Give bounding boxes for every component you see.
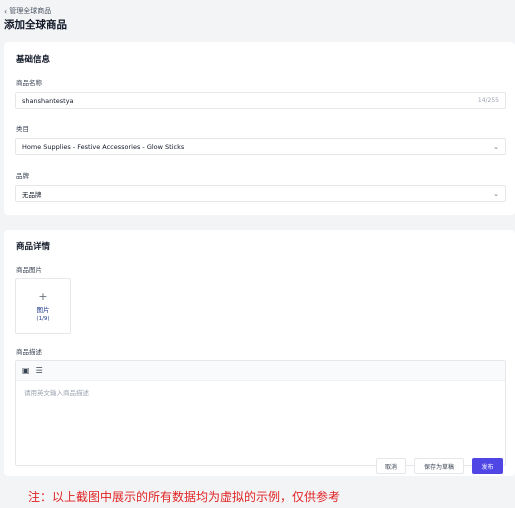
- plus-icon: +: [38, 289, 48, 303]
- publish-button[interactable]: 发布: [472, 458, 503, 474]
- editor-toolbar: ▣ ☰: [16, 361, 505, 381]
- image-upload-button[interactable]: + 图片 (1/9): [15, 278, 71, 334]
- breadcrumb-link[interactable]: 管理全球商品: [9, 6, 51, 16]
- brand-value: 无品牌: [22, 190, 42, 199]
- chevron-down-icon: ⌄: [493, 189, 499, 198]
- list-icon[interactable]: ☰: [36, 366, 43, 375]
- upload-count: (1/9): [36, 315, 50, 322]
- brand-select[interactable]: 无品牌 ⌄: [15, 185, 506, 202]
- chevron-left-icon: ‹: [4, 6, 8, 16]
- category-value: Home Supplies - Festive Accessories - Gl…: [22, 142, 185, 151]
- save-draft-button[interactable]: 保存为草稿: [414, 458, 464, 474]
- disclaimer-note: 注：以上截图中展示的所有数据均为虚拟的示例，仅供参考: [28, 490, 341, 504]
- description-editor[interactable]: ▣ ☰ 请用英文输入商品描述: [15, 360, 506, 466]
- product-name-input[interactable]: shanshantestya 14/255: [15, 92, 506, 109]
- product-details-title: 商品详情: [16, 242, 51, 252]
- product-name-label: 商品名称: [16, 79, 42, 87]
- basic-info-card: 基础信息 商品名称 shanshantestya 14/255 类目 Home …: [4, 42, 515, 215]
- product-name-value: shanshantestya: [22, 96, 74, 105]
- product-name-counter: 14/255: [477, 97, 499, 104]
- basic-info-title: 基础信息: [16, 55, 51, 65]
- cancel-button[interactable]: 取消: [376, 458, 406, 474]
- category-select[interactable]: Home Supplies - Festive Accessories - Gl…: [15, 138, 506, 155]
- brand-label: 品牌: [16, 172, 29, 180]
- page-title: 添加全球商品: [4, 19, 67, 31]
- category-label: 类目: [16, 125, 29, 133]
- image-icon[interactable]: ▣: [22, 366, 30, 375]
- description-placeholder: 请用英文输入商品描述: [24, 389, 89, 397]
- product-images-label: 商品图片: [16, 266, 42, 274]
- description-label: 商品描述: [16, 348, 42, 356]
- chevron-down-icon: ⌄: [493, 142, 499, 151]
- upload-label: 图片: [36, 305, 50, 314]
- product-details-card: 商品详情 商品图片 + 图片 (1/9) 商品描述 ▣ ☰ 请用英文输入商品描述: [4, 230, 515, 476]
- breadcrumb[interactable]: ‹ 管理全球商品: [4, 6, 51, 16]
